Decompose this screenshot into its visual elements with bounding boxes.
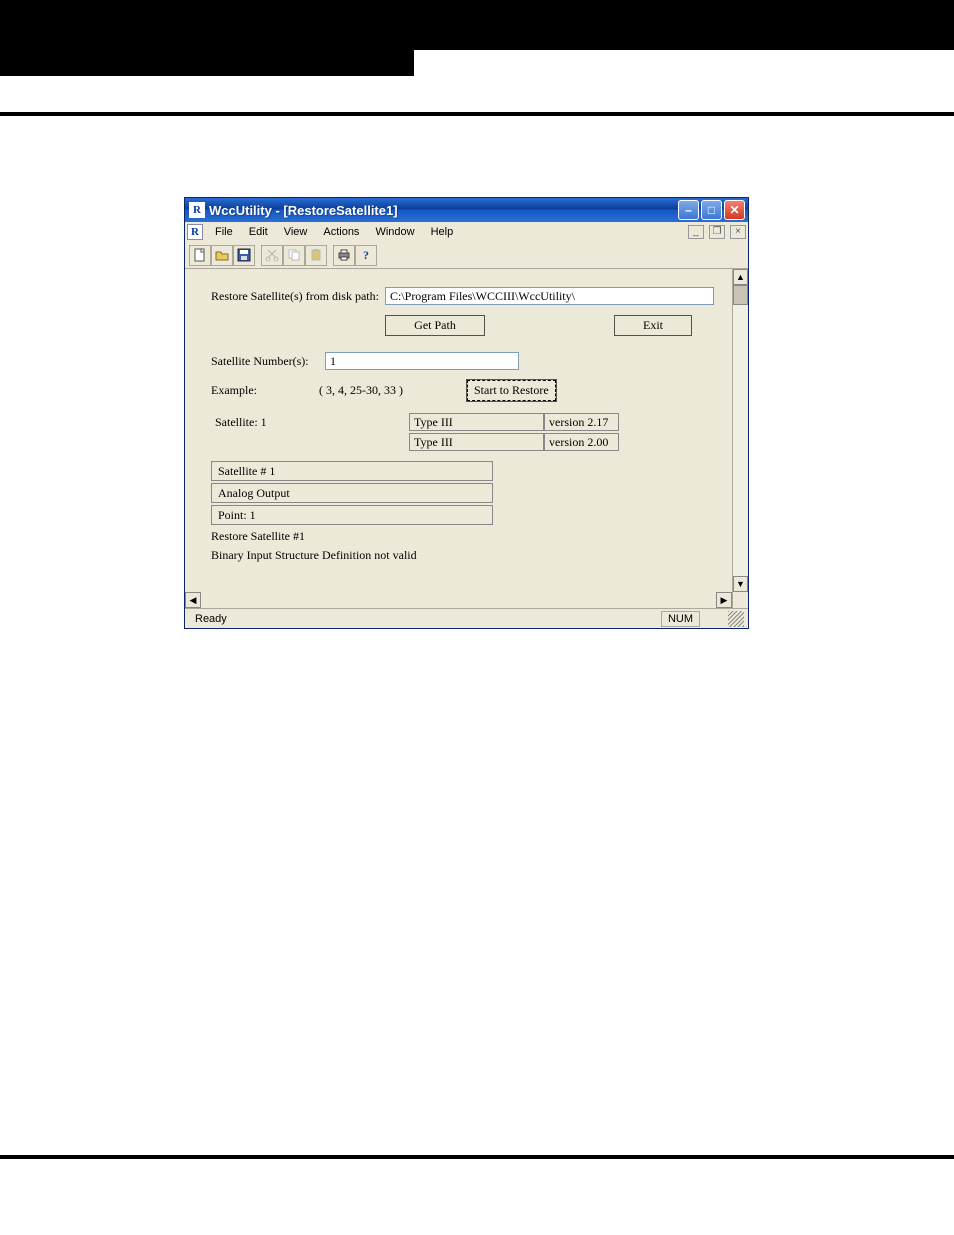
cut-icon	[265, 248, 279, 262]
resize-grip-icon[interactable]	[728, 611, 744, 627]
app-icon: R	[189, 202, 205, 218]
log-line: Satellite # 1	[211, 461, 493, 481]
scroll-corner	[732, 592, 748, 608]
get-path-button[interactable]: Get Path	[385, 315, 485, 336]
mdi-restore-button[interactable]: ❐	[709, 225, 725, 239]
toolbar: ?	[185, 242, 748, 268]
menu-actions[interactable]: Actions	[315, 224, 367, 240]
log-line: Binary Input Structure Definition not va…	[211, 548, 714, 563]
restore-path-input[interactable]	[385, 287, 714, 305]
open-button[interactable]	[211, 245, 233, 266]
print-button[interactable]	[333, 245, 355, 266]
satnum-label: Satellite Number(s):	[211, 354, 319, 369]
log-line: Point: 1	[211, 505, 493, 525]
copy-button[interactable]	[283, 245, 305, 266]
open-icon	[215, 248, 229, 262]
help-icon: ?	[363, 248, 369, 263]
scroll-down-icon[interactable]: ▼	[733, 576, 748, 592]
print-icon	[337, 248, 351, 262]
minimize-button[interactable]: –	[678, 200, 699, 220]
vertical-scrollbar[interactable]: ▲ ▼	[732, 269, 748, 592]
log-line: Restore Satellite #1	[211, 529, 714, 544]
copy-icon	[287, 248, 301, 262]
menu-view[interactable]: View	[276, 224, 316, 240]
paste-icon	[309, 248, 323, 262]
menu-file[interactable]: File	[207, 224, 241, 240]
status-num: NUM	[661, 611, 700, 627]
mdi-close-button[interactable]: ×	[730, 225, 746, 239]
page-black-box	[0, 38, 414, 76]
close-button[interactable]: ✕	[724, 200, 745, 220]
info-satellite	[211, 433, 409, 451]
restore-path-label: Restore Satellite(s) from disk path:	[211, 289, 379, 304]
doc-icon: R	[187, 224, 203, 240]
mdi-minimize-button[interactable]: _	[688, 225, 704, 239]
content-area: Restore Satellite(s) from disk path: Get…	[185, 269, 732, 592]
info-type: Type III	[409, 433, 544, 451]
info-satellite: Satellite: 1	[211, 413, 409, 431]
satnum-input[interactable]	[325, 352, 519, 370]
status-ready: Ready	[189, 612, 661, 626]
cut-button[interactable]	[261, 245, 283, 266]
scroll-thumb[interactable]	[733, 285, 748, 305]
scroll-up-icon[interactable]: ▲	[733, 269, 748, 285]
scroll-track[interactable]	[733, 305, 748, 576]
maximize-button[interactable]: □	[701, 200, 722, 220]
new-button[interactable]	[189, 245, 211, 266]
page-hr	[0, 112, 954, 116]
save-icon	[237, 248, 251, 262]
info-row: Type III version 2.00	[211, 433, 714, 451]
example-label: Example:	[211, 383, 319, 398]
scroll-track-h[interactable]	[201, 592, 716, 608]
example-value: ( 3, 4, 25-30, 33 )	[319, 383, 467, 398]
info-row: Satellite: 1 Type III version 2.17	[211, 413, 714, 431]
help-button[interactable]: ?	[355, 245, 377, 266]
info-version: version 2.00	[544, 433, 619, 451]
menubar: R File Edit View Actions Window Help _ ❐…	[185, 222, 748, 242]
window-title: WccUtility - [RestoreSatellite1]	[209, 203, 676, 218]
start-restore-button[interactable]: Start to Restore	[467, 380, 556, 401]
menu-window[interactable]: Window	[367, 224, 422, 240]
exit-button[interactable]: Exit	[614, 315, 692, 336]
scroll-right-icon[interactable]: ▶	[716, 592, 732, 608]
info-version: version 2.17	[544, 413, 619, 431]
statusbar: Ready NUM	[185, 608, 748, 628]
titlebar[interactable]: R WccUtility - [RestoreSatellite1] – □ ✕	[185, 198, 748, 222]
new-icon	[193, 248, 207, 262]
scroll-left-icon[interactable]: ◀	[185, 592, 201, 608]
mdi-controls: _ ❐ ×	[686, 225, 746, 239]
paste-button[interactable]	[305, 245, 327, 266]
info-type: Type III	[409, 413, 544, 431]
menu-help[interactable]: Help	[423, 224, 462, 240]
log-line: Analog Output	[211, 483, 493, 503]
menu-edit[interactable]: Edit	[241, 224, 276, 240]
horizontal-scrollbar[interactable]: ◀ ▶	[185, 592, 748, 608]
page-hr-bottom	[0, 1155, 954, 1159]
app-window: R WccUtility - [RestoreSatellite1] – □ ✕…	[184, 197, 749, 629]
save-button[interactable]	[233, 245, 255, 266]
